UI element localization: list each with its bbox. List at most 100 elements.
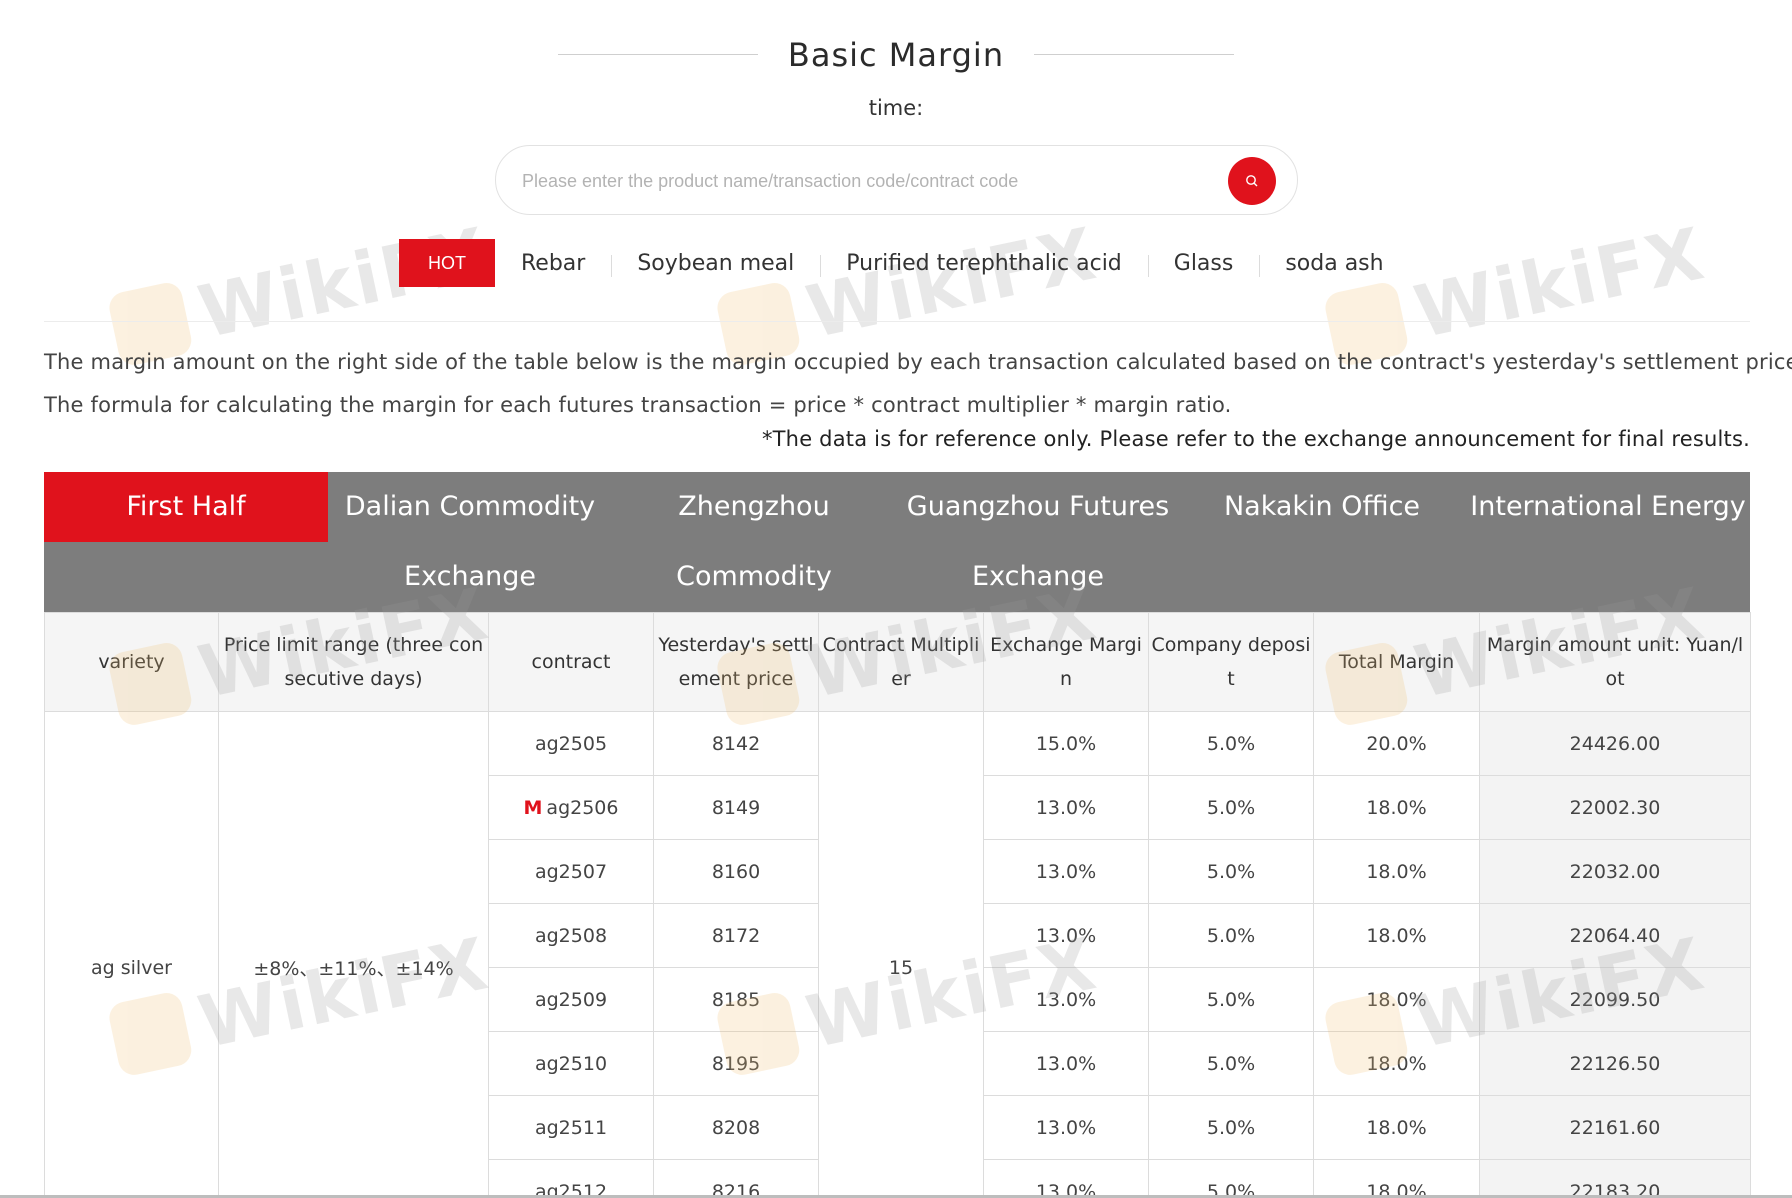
title-divider-right [1034, 54, 1234, 55]
tab-guangzhou-futures-exchange[interactable]: Guangzhou Futures Exchange [896, 472, 1180, 612]
settlement-price-cell: 8195 [653, 1031, 819, 1096]
exchange-margin-cell: 13.0% [983, 903, 1149, 968]
title-row: Basic Margin [0, 30, 1792, 86]
hot-products: HOT Rebar Soybean meal Purified terephth… [399, 239, 1410, 287]
col-header-contract: contract [488, 612, 654, 712]
page-title: Basic Margin [787, 36, 1005, 74]
company-deposit-cell: 5.0% [1148, 1031, 1314, 1096]
tab-international-energy[interactable]: International Energy [1466, 472, 1750, 542]
price-limit-cell: ±8%、±11%、±14% [218, 711, 489, 1198]
contract-cell: ag2509 [488, 967, 654, 1032]
tab-dalian-commodity-exchange[interactable]: Dalian Commodity Exchange [328, 472, 612, 612]
company-deposit-cell: 5.0% [1148, 711, 1314, 776]
margin-table: variety Price limit range (three consecu… [44, 612, 1751, 1198]
search-button[interactable] [1228, 157, 1276, 205]
contract-cell: Mag2506 [488, 775, 654, 840]
exchange-margin-cell: 13.0% [983, 967, 1149, 1032]
exchange-margin-cell: 13.0% [983, 1095, 1149, 1160]
exchange-margin-cell: 15.0% [983, 711, 1149, 776]
settlement-price-cell: 8185 [653, 967, 819, 1032]
settlement-price-cell: 8208 [653, 1095, 819, 1160]
table-row: ag silver ±8%、±11%、±14% ag2505 8142 15 15.0% 5… [44, 711, 1751, 1198]
watermark: WikiFX [1321, 211, 1712, 372]
col-header-company-deposit: Company deposit [1148, 612, 1314, 712]
margin-amount-cell: 22183.20 [1479, 1159, 1751, 1198]
table-header-row: variety Price limit range (three consecu… [44, 612, 1751, 712]
total-margin-cell: 18.0% [1313, 839, 1480, 904]
section-divider [44, 321, 1750, 322]
page: WikiFX WikiFX WikiFX WikiFX WikiFX WikiF… [0, 0, 1792, 1198]
contract-code: ag2510 [534, 1052, 608, 1075]
exchange-margin-cell: 13.0% [983, 1031, 1149, 1096]
tab-first-half[interactable]: First Half [44, 472, 328, 542]
margin-note: The margin amount on the right side of t… [44, 350, 1792, 374]
margin-amount-cell: 22002.30 [1479, 775, 1751, 840]
exchange-tabs: First Half Dalian Commodity Exchange Zhen… [44, 472, 1750, 662]
col-header-margin-amount: Margin amount unit: Yuan/lot [1479, 612, 1751, 712]
total-margin-cell: 20.0% [1313, 711, 1480, 776]
col-header-settlement-price: Yesterday's settlement price [653, 612, 819, 712]
margin-amount-cell: 22161.60 [1479, 1095, 1751, 1160]
hot-badge: HOT [399, 239, 495, 287]
contract-code: ag2506 [546, 796, 619, 819]
settlement-price-cell: 8160 [653, 839, 819, 904]
main-contract-badge: M [523, 796, 543, 819]
exchange-margin-cell: 13.0% [983, 839, 1149, 904]
multiplier-cell: 15 [818, 711, 984, 1198]
settlement-price-cell: 8142 [653, 711, 819, 776]
settlement-price-cell: 8172 [653, 903, 819, 968]
company-deposit-cell: 5.0% [1148, 775, 1314, 840]
contract-cell: ag2510 [488, 1031, 654, 1096]
total-margin-cell: 18.0% [1313, 1095, 1480, 1160]
search-icon [1246, 175, 1258, 187]
exchange-margin-cell: 13.0% [983, 1159, 1149, 1198]
contract-code: ag2511 [534, 1116, 608, 1139]
contract-code: ag2505 [534, 732, 608, 755]
total-margin-cell: 18.0% [1313, 1159, 1480, 1198]
company-deposit-cell: 5.0% [1148, 1095, 1314, 1160]
contract-cell: ag2511 [488, 1095, 654, 1160]
tab-nakakin-office[interactable]: Nakakin Office [1180, 472, 1464, 542]
search-box [495, 145, 1298, 215]
contract-cell: ag2507 [488, 839, 654, 904]
col-header-exchange-margin: Exchange Margin [983, 612, 1149, 712]
company-deposit-cell: 5.0% [1148, 967, 1314, 1032]
search-input[interactable] [522, 164, 1202, 198]
company-deposit-cell: 5.0% [1148, 1159, 1314, 1198]
margin-amount-cell: 22126.50 [1479, 1031, 1751, 1096]
disclaimer-note: *The data is for reference only. Please … [761, 427, 1750, 451]
contract-cell: ag2505 [488, 711, 654, 776]
margin-amount-cell: 22064.40 [1479, 903, 1751, 968]
variety-cell: ag silver [44, 711, 219, 1198]
hot-item-glass[interactable]: Glass [1147, 251, 1260, 277]
formula-note: The formula for calculating the margin f… [44, 393, 1232, 417]
margin-amount-cell: 22099.50 [1479, 967, 1751, 1032]
company-deposit-cell: 5.0% [1148, 839, 1314, 904]
hot-item-soda-ash[interactable]: soda ash [1259, 251, 1409, 277]
col-header-multiplier: Contract Multiplier [818, 612, 984, 712]
hot-item-pta[interactable]: Purified terephthalic acid [820, 251, 1148, 277]
margin-amount-cell: 22032.00 [1479, 839, 1751, 904]
contract-code: ag2508 [534, 924, 608, 947]
total-margin-cell: 18.0% [1313, 775, 1480, 840]
contract-code: ag2507 [534, 860, 608, 883]
col-header-total-margin: Total Margin [1313, 612, 1480, 712]
time-label: time: [868, 96, 924, 120]
contract-cell: ag2508 [488, 903, 654, 968]
col-header-variety: variety [44, 612, 219, 712]
contract-code: ag2509 [534, 988, 608, 1011]
margin-amount-cell: 24426.00 [1479, 711, 1751, 776]
company-deposit-cell: 5.0% [1148, 903, 1314, 968]
hot-item-rebar[interactable]: Rebar [495, 251, 611, 276]
total-margin-cell: 18.0% [1313, 967, 1480, 1032]
settlement-price-cell: 8149 [653, 775, 819, 840]
watermark: WikiFX [713, 211, 1104, 372]
total-margin-cell: 18.0% [1313, 903, 1480, 968]
settlement-price-cell: 8216 [653, 1159, 819, 1198]
total-margin-cell: 18.0% [1313, 1031, 1480, 1096]
col-header-price-limit: Price limit range (three consecutive day… [218, 612, 489, 712]
hot-item-soybean-meal[interactable]: Soybean meal [611, 251, 820, 277]
contract-cell: ag2512 [488, 1159, 654, 1198]
exchange-margin-cell: 13.0% [983, 775, 1149, 840]
watermark: WikiFX [105, 211, 496, 372]
